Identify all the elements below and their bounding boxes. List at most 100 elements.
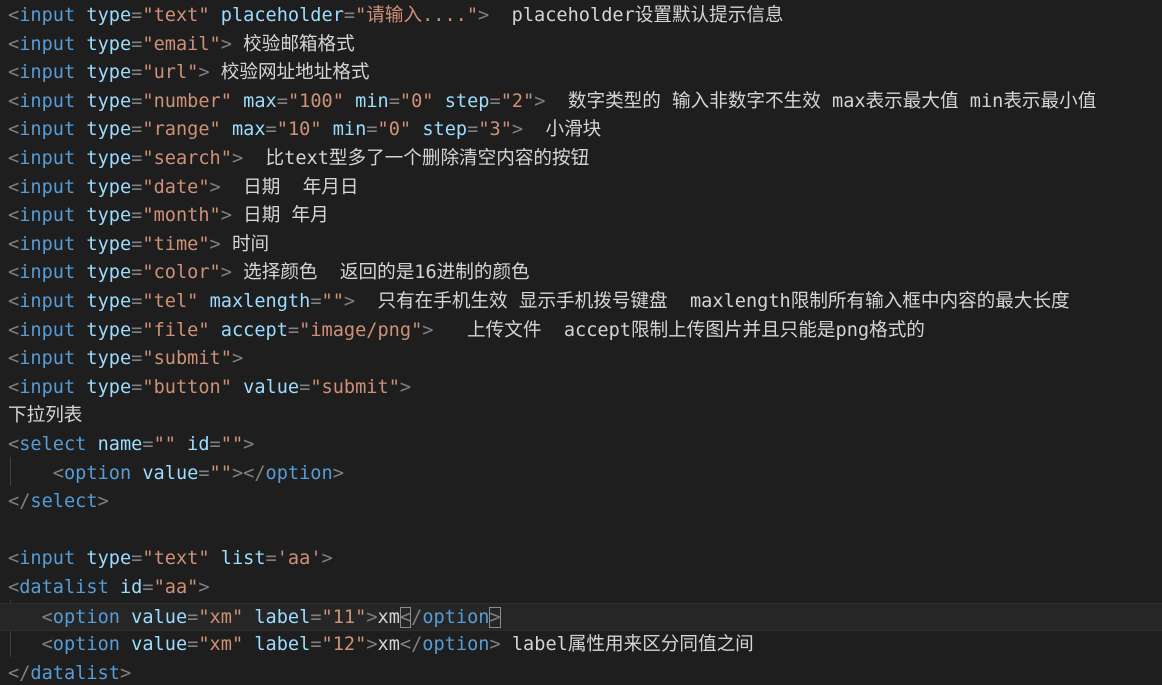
code-attribute: accept <box>220 319 288 341</box>
code-attribute: type <box>86 262 132 284</box>
code-tag-name: input <box>19 548 76 570</box>
code-punctuation: > <box>220 205 232 227</box>
code-punctuation: = <box>142 577 154 598</box>
code-line-current[interactable]: <option value="xm" label="11">xm</option… <box>0 602 1162 632</box>
code-text: 时间 <box>220 233 270 255</box>
code-tag-name: input <box>19 262 76 284</box>
code-line[interactable]: <input type="submit"> <box>8 345 243 374</box>
code-string: "xm" <box>198 634 244 656</box>
code-line[interactable]: 下拉列表 <box>8 402 82 431</box>
code-attribute: value <box>131 606 188 628</box>
code-line[interactable]: <input type="email"> 校验邮箱格式 <box>8 31 355 60</box>
code-string: "tel" <box>142 291 199 312</box>
code-string: "email" <box>142 33 221 55</box>
code-string: "" <box>321 291 344 312</box>
code-punctuation: </ <box>399 634 423 656</box>
code-punctuation: < <box>8 291 20 312</box>
code-line[interactable]: </datalist> <box>8 660 131 685</box>
code-string: "image/png" <box>299 319 423 341</box>
code-editor[interactable]: <input type="text" placeholder="请输入...."… <box>0 0 1162 685</box>
code-string: "aa" <box>153 577 199 598</box>
code-punctuation: < <box>41 634 53 656</box>
code-string: "number" <box>142 90 232 112</box>
code-line[interactable]: <option value="xm" label="12">xm</option… <box>8 631 754 660</box>
code-line[interactable]: <input type="file" accept="image/png"> 上… <box>8 317 925 346</box>
code-punctuation: = <box>489 90 501 112</box>
code-text: 比text型多了一个删除清空内容的按钮 <box>243 148 590 169</box>
code-string: "2" <box>500 90 535 112</box>
code-punctuation: = <box>131 176 143 198</box>
code-text: 校验邮箱格式 <box>231 33 355 55</box>
code-punctuation: < <box>8 90 20 112</box>
code-attribute: type <box>86 90 132 112</box>
code-string: "" <box>220 434 244 455</box>
code-line[interactable]: <input type="search"> 比text型多了一个删除清空内容的按… <box>8 145 589 174</box>
code-attribute: type <box>86 33 132 55</box>
code-text: 选择颜色 返回的是16进制的颜色 <box>231 262 530 284</box>
code-punctuation: > <box>366 606 378 628</box>
code-tag-name: input <box>19 119 76 141</box>
code-punctuation: = <box>131 119 143 141</box>
code-tag-name: option <box>52 606 120 628</box>
code-punctuation: > <box>511 119 524 141</box>
code-punctuation: < <box>8 376 20 398</box>
code-line[interactable]: <input type="range" max="10" min="0" ste… <box>8 116 601 145</box>
code-line[interactable]: <input type="date"> 日期 年月日 <box>8 174 359 203</box>
code-string: "time" <box>142 233 210 255</box>
code-tag-name: input <box>19 233 76 255</box>
code-attribute: type <box>86 62 132 84</box>
code-attribute: maxlength <box>209 291 311 312</box>
code-attribute: min <box>355 90 389 112</box>
code-punctuation: > <box>332 462 344 484</box>
code-punctuation: = <box>131 262 143 284</box>
code-line[interactable]: <input type="text" list='aa'> <box>8 545 333 574</box>
code-attribute: type <box>86 376 132 398</box>
code-punctuation: > <box>220 33 232 55</box>
code-punctuation: </ <box>8 662 31 684</box>
code-string: "text" <box>142 548 210 570</box>
code-punctuation: = <box>131 148 143 169</box>
code-punctuation: = <box>131 90 143 112</box>
code-line[interactable]: <input type="tel" maxlength=""> 只有在手机生效 … <box>8 288 1070 317</box>
code-punctuation: = <box>131 548 143 570</box>
code-string: "请输入...." <box>355 5 479 26</box>
code-line[interactable]: <input type="button" value="submit"> <box>8 374 411 403</box>
code-punctuation: = <box>209 434 221 455</box>
code-line[interactable]: <input type="number" max="100" min="0" s… <box>8 88 1096 117</box>
code-string: "text" <box>142 5 210 26</box>
code-tag-name: datalist <box>30 662 120 684</box>
code-line[interactable]: <input type="month"> 日期 年月 <box>8 202 329 231</box>
code-punctuation: < <box>8 348 20 370</box>
code-punctuation: = <box>131 62 143 84</box>
code-punctuation: < <box>8 548 20 570</box>
code-punctuation: </ <box>8 491 31 513</box>
code-line[interactable]: <input type="time"> 时间 <box>8 231 269 260</box>
code-line[interactable]: <input type="url"> 校验网址地址格式 <box>8 59 370 88</box>
code-line[interactable]: <select name="" id=""> <box>8 431 254 460</box>
code-string: "search" <box>142 148 232 169</box>
code-attribute: value <box>142 462 199 484</box>
code-line[interactable]: <option value=""></option> <box>8 460 344 489</box>
code-punctuation: = <box>142 434 154 455</box>
code-line[interactable]: </select> <box>8 488 109 517</box>
code-string: "date" <box>142 176 210 198</box>
code-punctuation: = <box>131 348 143 370</box>
code-punctuation: > <box>119 662 132 684</box>
code-punctuation: = <box>265 119 277 141</box>
code-punctuation: > <box>198 577 210 598</box>
code-line[interactable]: <datalist id="aa"> <box>8 574 210 603</box>
code-tag-name: input <box>19 319 76 341</box>
code-line[interactable]: <input type="text" placeholder="请输入...."… <box>8 2 784 31</box>
code-line[interactable]: <input type="color"> 选择颜色 返回的是16进制的颜色 <box>8 259 530 288</box>
code-tag-name: input <box>19 62 76 84</box>
code-punctuation: = <box>276 90 288 112</box>
code-punctuation: = <box>310 634 322 656</box>
code-text: 上传文件 accept限制上传图片并且只能是png格式的 <box>433 319 925 341</box>
code-attribute: label <box>254 634 311 656</box>
